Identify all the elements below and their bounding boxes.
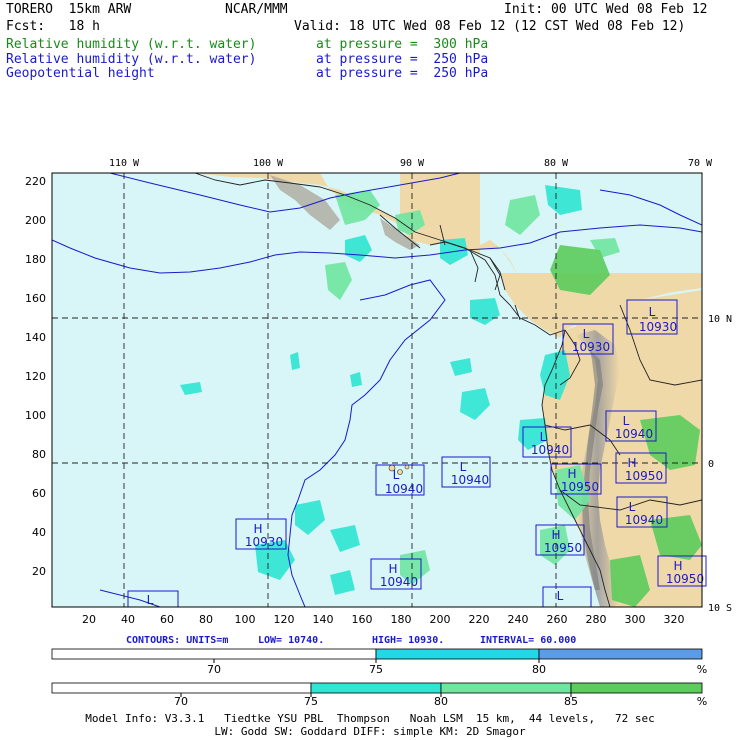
hl-value: 10950 bbox=[561, 480, 599, 494]
lon-label-80w: 80 W bbox=[544, 158, 569, 169]
hl-type: L bbox=[583, 327, 590, 341]
colorbar-segment bbox=[310, 682, 442, 694]
colorbar-segment bbox=[51, 682, 312, 694]
colorbar-label: % bbox=[697, 695, 707, 708]
y-tick: 100 bbox=[25, 409, 46, 422]
hl-value: 10950 bbox=[625, 469, 663, 483]
x-tick: 240 bbox=[508, 613, 529, 626]
x-tick: 40 bbox=[121, 613, 135, 626]
x-tick: 320 bbox=[664, 613, 685, 626]
hl-type: H bbox=[253, 522, 262, 536]
y-tick: 220 bbox=[25, 175, 46, 188]
y-tick: 180 bbox=[25, 253, 46, 266]
hl-value: 10930 bbox=[245, 535, 283, 549]
hl-type: L bbox=[540, 430, 547, 444]
colorbar-label: % bbox=[697, 663, 707, 676]
lon-label-100w: 100 W bbox=[253, 158, 284, 169]
x-tick: 120 bbox=[274, 613, 295, 626]
colorbar-label: 80 bbox=[434, 695, 448, 708]
lat-label-10s: 10 S bbox=[708, 603, 732, 614]
x-tick: 300 bbox=[625, 613, 646, 626]
hl-value: 10940 bbox=[625, 513, 663, 527]
colorbar-label: 70 bbox=[207, 663, 221, 676]
colorbar-label: 75 bbox=[304, 695, 318, 708]
hl-type: H bbox=[627, 456, 636, 470]
colorbar-label: 75 bbox=[369, 663, 383, 676]
hl-type: L bbox=[629, 500, 636, 514]
colorbar-300hpa: 70 75 80 85 % bbox=[51, 682, 707, 708]
y-tick: 120 bbox=[25, 370, 46, 383]
x-tick: 20 bbox=[82, 613, 96, 626]
hl-type: L bbox=[147, 593, 154, 607]
colorbar-label: 85 bbox=[564, 695, 578, 708]
hl-value: 10940 bbox=[380, 575, 418, 589]
x-tick: 200 bbox=[430, 613, 451, 626]
colorbar-250hpa: 70 75 80 % bbox=[51, 648, 707, 676]
hl-value: 10940 bbox=[451, 473, 489, 487]
hl-value: 10940 bbox=[531, 443, 569, 457]
contour-units: CONTOURS: UNITS=m bbox=[126, 635, 228, 646]
contour-info: CONTOURS: UNITS=m LOW= 10740. HIGH= 1093… bbox=[126, 635, 576, 646]
lon-label-70w: 70 W bbox=[688, 158, 713, 169]
lon-label-110w: 110 W bbox=[109, 158, 140, 169]
x-tick: 80 bbox=[199, 613, 213, 626]
x-tick: 180 bbox=[391, 613, 412, 626]
hl-type: L bbox=[557, 589, 564, 603]
colorbar-segment bbox=[538, 648, 703, 660]
left-axis: 220 200 180 160 140 120 100 80 60 40 20 bbox=[25, 175, 46, 578]
model-info-line-1: Model Info: V3.3.1 Tiedtke YSU PBL Thomp… bbox=[85, 712, 655, 725]
x-tick: 280 bbox=[586, 613, 607, 626]
contour-interval: INTERVAL= 60.000 bbox=[480, 635, 576, 646]
x-tick: 260 bbox=[547, 613, 568, 626]
x-tick: 100 bbox=[235, 613, 256, 626]
hl-type: L bbox=[623, 414, 630, 428]
lat-label-0: 0 bbox=[708, 459, 714, 470]
colorbar-label: 70 bbox=[174, 695, 188, 708]
hl-type: L bbox=[393, 468, 400, 482]
lon-labels: 110 W 100 W 90 W 80 W 70 W bbox=[109, 158, 713, 169]
y-tick: 80 bbox=[32, 448, 46, 461]
hl-type: L bbox=[460, 460, 467, 474]
colorbar-segment bbox=[51, 648, 377, 660]
hl-value: 10930 bbox=[572, 340, 610, 354]
hl-type: H bbox=[388, 562, 397, 576]
colorbar-label: 80 bbox=[532, 663, 546, 676]
y-tick: 160 bbox=[25, 292, 46, 305]
y-tick: 200 bbox=[25, 214, 46, 227]
contour-high: HIGH= 10930. bbox=[372, 635, 444, 646]
hl-type: H bbox=[567, 467, 576, 481]
hl-value: 10950 bbox=[666, 572, 704, 586]
x-tick: 160 bbox=[352, 613, 373, 626]
y-tick: 60 bbox=[32, 487, 46, 500]
x-tick: 220 bbox=[469, 613, 490, 626]
lat-labels: 10 N 0 10 S bbox=[708, 314, 732, 614]
hl-value: 10930 bbox=[639, 320, 677, 334]
hl-value: 10940 bbox=[615, 427, 653, 441]
hl-value: 10940 bbox=[385, 482, 423, 496]
lon-label-90w: 90 W bbox=[400, 158, 425, 169]
galapagos-island-3 bbox=[404, 464, 410, 470]
model-info-line-2: LW: Godd SW: Goddard DIFF: simple KM: 2D… bbox=[214, 725, 526, 738]
hl-type: H bbox=[673, 559, 682, 573]
hl-value: 10950 bbox=[544, 541, 582, 555]
y-tick: 40 bbox=[32, 526, 46, 539]
colorbar-segment bbox=[570, 682, 703, 694]
bottom-axis: 20 40 60 80 100 120 140 160 180 200 220 … bbox=[82, 613, 685, 626]
y-tick: 20 bbox=[32, 565, 46, 578]
hl-type: H bbox=[551, 528, 560, 542]
colorbar-segment bbox=[375, 648, 540, 660]
weather-map: L 10930 L 10930 L 10940 L 10940 L 10940 … bbox=[25, 158, 732, 708]
colorbar-segment bbox=[440, 682, 572, 694]
y-tick: 140 bbox=[25, 331, 46, 344]
x-tick: 60 bbox=[160, 613, 174, 626]
x-tick: 140 bbox=[313, 613, 334, 626]
lat-label-10n: 10 N bbox=[708, 314, 732, 325]
contour-low: LOW= 10740. bbox=[258, 635, 324, 646]
hl-type: L bbox=[649, 305, 656, 319]
